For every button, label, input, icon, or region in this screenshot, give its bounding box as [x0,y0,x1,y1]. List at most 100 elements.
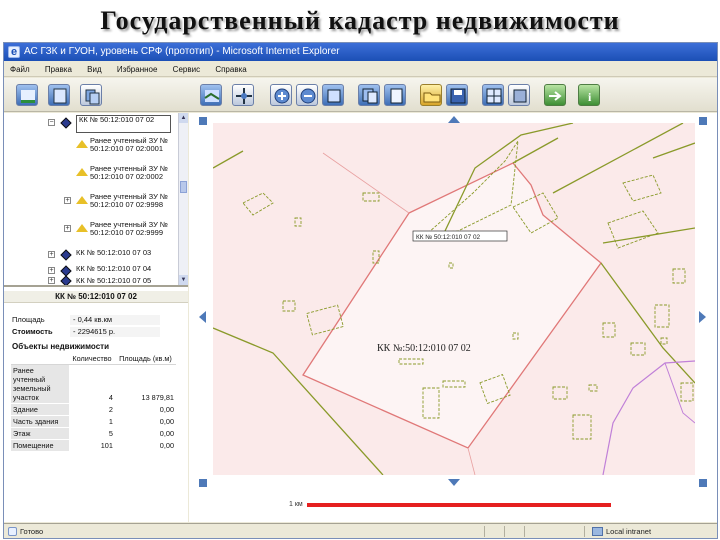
grid-icon[interactable] [482,84,504,106]
divider [584,526,585,537]
divider [524,526,525,537]
menu-help[interactable]: Справка [215,65,246,74]
ie-icon [8,43,20,61]
menu-edit[interactable]: Правка [45,65,72,74]
tree-item[interactable]: Ранее учтенный ЗУ № 50:12:010 07 02:0001 [90,136,172,154]
scroll-up-icon[interactable]: ▲ [179,113,188,123]
parcel-icon [60,275,72,285]
object-name: Помещение [11,439,69,451]
object-name: Этаж [11,427,69,440]
info-icon[interactable]: i [578,84,600,106]
collapse-icon[interactable]: − [48,119,55,126]
column-header: Количество [69,353,115,365]
menu-favorites[interactable]: Избранное [117,65,158,74]
sidebar: − КК № 50:12:010 07 02 Ранее учтенный ЗУ… [4,113,188,522]
map-icon[interactable] [200,84,222,106]
tree-item[interactable]: КК № 50:12:010 07 04 [76,264,168,273]
pan-left-icon[interactable] [199,311,206,323]
cadastral-map[interactable]: КК № 50:12:010 07 02 КК №:50:12:010 07 0… [213,123,695,475]
pan-corner-icon[interactable] [199,479,207,487]
pan-corner-icon[interactable] [699,117,707,125]
scale-bar [307,503,611,507]
pan-right-icon[interactable] [699,311,706,323]
pan-corner-icon[interactable] [199,117,207,125]
tree-item[interactable]: Ранее учтенный ЗУ № 50:12:010 07 02:9999 [90,220,172,238]
zone-text: Local intranet [606,527,652,536]
pages-icon[interactable] [384,84,406,106]
object-area: 13 879,81 [114,364,176,404]
object-count: 101 [69,439,115,451]
area-row: Площадь - 0,44 кв.км [12,315,160,325]
pan-down-icon[interactable] [448,479,460,486]
cost-row: Стоимость - 2294615 р. [12,327,160,337]
window-titlebar[interactable]: АС ГЗК и ГУОН, уровень СРФ (прототип) - … [4,43,717,61]
cost-value: - 2294615 р. [70,327,160,337]
area-value: - 0,44 кв.км [70,315,160,325]
divider [484,526,485,537]
svg-text:i: i [588,90,592,104]
slide-title: Государственный кадастр недвижимости [100,6,620,35]
object-area: 0,00 [114,403,176,416]
object-count: 4 [69,364,115,404]
table-row: Ранее учтенный земельный участок 4 13 87… [11,364,176,404]
tree-item[interactable]: КК № 50:12:010 07 05 [76,276,168,285]
tree-icon[interactable] [16,84,38,106]
parcel-record-icon [76,140,88,148]
copy-icon[interactable] [80,84,102,106]
browser-window: АС ГЗК и ГУОН, уровень СРФ (прототип) - … [3,42,718,539]
column-header: Площадь (кв.м) [114,353,176,365]
status-bar: Готово Local intranet [4,523,717,538]
info-header: КК № 50:12:010 07 02 [4,291,188,303]
area-label: Площадь [12,315,45,324]
tree-scrollbar[interactable]: ▲ ▼ [178,113,188,285]
main-parcel-label: КК №:50:12:010 07 02 [377,343,471,354]
expand-icon[interactable]: + [48,251,55,258]
table-row: Этаж 5 0,00 [11,427,176,440]
expand-icon[interactable]: + [48,267,55,274]
expand-icon[interactable]: + [48,277,55,284]
cost-label: Стоимость [12,327,53,336]
menu-view[interactable]: Вид [87,65,101,74]
object-area: 0,00 [114,427,176,440]
folder-icon[interactable] [420,84,442,106]
object-name: Здание [11,403,69,416]
page-icon [8,527,17,536]
parcel-record-icon [76,168,88,176]
parcel-icon [60,117,72,129]
object-area: 0,00 [114,415,176,428]
scroll-down-icon[interactable]: ▼ [179,275,188,285]
tree-item[interactable]: КК № 50:12:010 07 03 [76,248,168,257]
layers-icon[interactable] [48,84,70,106]
small-parcel-label: КК № 50:12:010 07 02 [416,234,480,241]
objects-table: Количество Площадь (кв.м) Ранее учтенный… [11,353,176,451]
table-row: Помещение 101 0,00 [11,439,176,451]
overview-icon[interactable] [508,84,530,106]
object-count: 5 [69,427,115,440]
zoom-in-icon[interactable] [270,84,292,106]
menu-file[interactable]: Файл [10,65,30,74]
move-icon[interactable] [232,84,254,106]
object-count: 2 [69,403,115,416]
parcel-info-panel: КК № 50:12:010 07 02 Площадь - 0,44 кв.км… [4,285,188,522]
zoom-window-icon[interactable] [322,84,344,106]
pan-corner-icon[interactable] [699,479,707,487]
object-name: Ранее учтенный земельный участок [11,364,69,404]
zoom-out-icon[interactable] [296,84,318,106]
parcel-record-icon [76,196,88,204]
tree-item[interactable]: Ранее учтенный ЗУ № 50:12:010 07 02:0002 [90,164,172,182]
save-icon[interactable] [446,84,468,106]
tree-node-selected[interactable]: КК № 50:12:010 07 02 [76,115,171,133]
tree-item[interactable]: Ранее учтенный ЗУ № 50:12:010 07 02:9998 [90,192,172,210]
zoom-extent-icon[interactable] [358,84,380,106]
menu-tools[interactable]: Сервис [173,65,200,74]
pan-up-icon[interactable] [448,116,460,123]
object-name: Часть здания [11,415,69,428]
divider [504,526,505,537]
expand-icon[interactable]: + [64,197,71,204]
table-row: Часть здания 1 0,00 [11,415,176,428]
window-title: АС ГЗК и ГУОН, уровень СРФ (прототип) - … [24,46,340,57]
export-icon[interactable] [544,84,566,106]
scroll-thumb[interactable] [180,181,187,193]
table-row: Здание 2 0,00 [11,403,176,416]
expand-icon[interactable]: + [64,225,71,232]
